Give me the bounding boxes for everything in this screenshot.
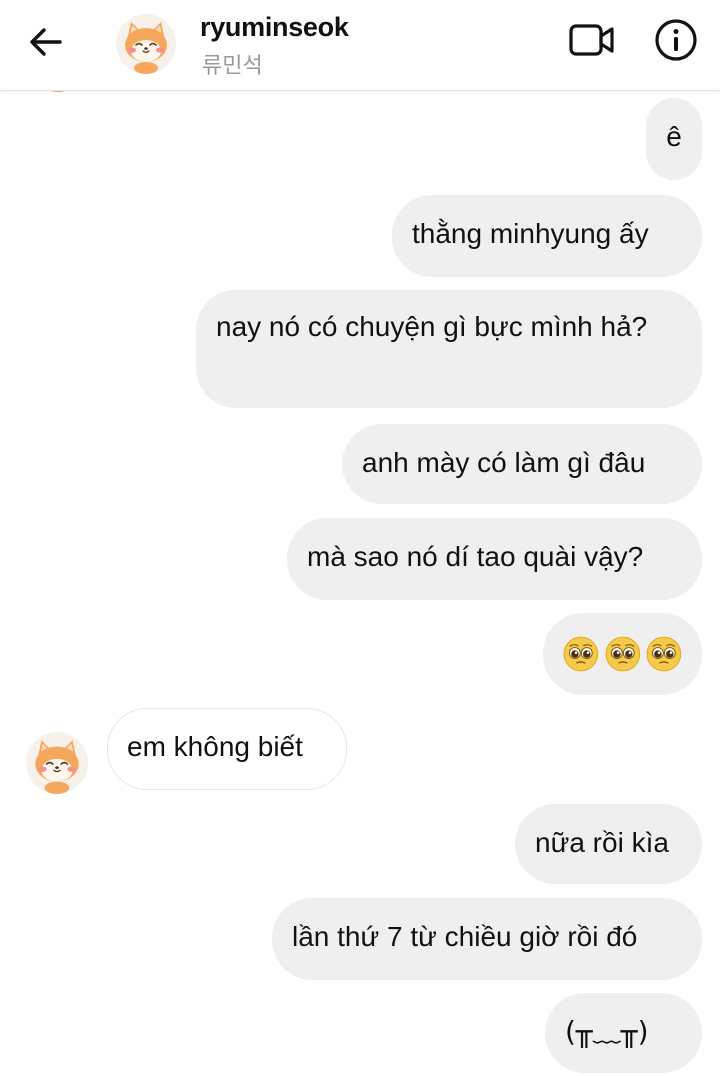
pleading-face-emoji [563,636,599,672]
message-bubble-outgoing[interactable]: anh mày có làm gì đâu [342,424,702,504]
avatar[interactable] [26,732,88,794]
emoji-row [563,637,682,671]
avatar[interactable] [116,14,176,74]
pleading-face-emoji [646,636,682,672]
video-call-button[interactable] [566,20,618,64]
message-text: lần thứ 7 từ chiều giờ rồi đó [292,921,638,952]
message-bubble-outgoing[interactable]: thằng minhyung ấy [392,195,702,277]
back-button[interactable] [22,22,70,66]
message-text: em không biết [127,731,303,762]
message-bubble-outgoing[interactable]: (╥﹏╥) [545,993,702,1073]
chat-header: ryuminseok 류민석 [0,0,720,91]
message-text: thằng minhyung ấy [412,218,649,249]
message-bubble-outgoing[interactable] [543,613,702,695]
message-text: mà sao nó dí tao quài vậy? [307,541,644,572]
chat-screen: ryuminseok 류민석 ê thằng minhyung ấy nay n… [0,0,720,1076]
video-camera-icon [568,20,616,65]
message-bubble-outgoing[interactable]: lần thứ 7 từ chiều giờ rồi đó [272,898,702,980]
display-name: 류민석 [202,53,263,78]
message-text: ê [666,121,682,152]
username[interactable]: ryuminseok [200,12,349,43]
pleading-face-emoji [605,636,641,672]
message-bubble-outgoing[interactable]: nữa rồi kìa [515,804,702,884]
info-button[interactable] [652,18,700,66]
message-bubble-outgoing[interactable]: nay nó có chuyện gì bực mình hả? [196,290,702,408]
message-bubble-outgoing[interactable]: mà sao nó dí tao quài vậy? [287,518,702,600]
message-bubble-incoming[interactable]: em không biết [107,708,347,790]
message-text: nay nó có chuyện gì bực mình hả? [216,311,648,342]
info-icon [654,18,698,67]
message-text: (╥﹏╥) [565,1015,649,1048]
message-text: anh mày có làm gì đâu [362,447,646,478]
message-text: nữa rồi kìa [535,827,669,858]
message-bubble-outgoing[interactable]: ê [646,98,702,180]
arrow-left-icon [29,27,63,62]
